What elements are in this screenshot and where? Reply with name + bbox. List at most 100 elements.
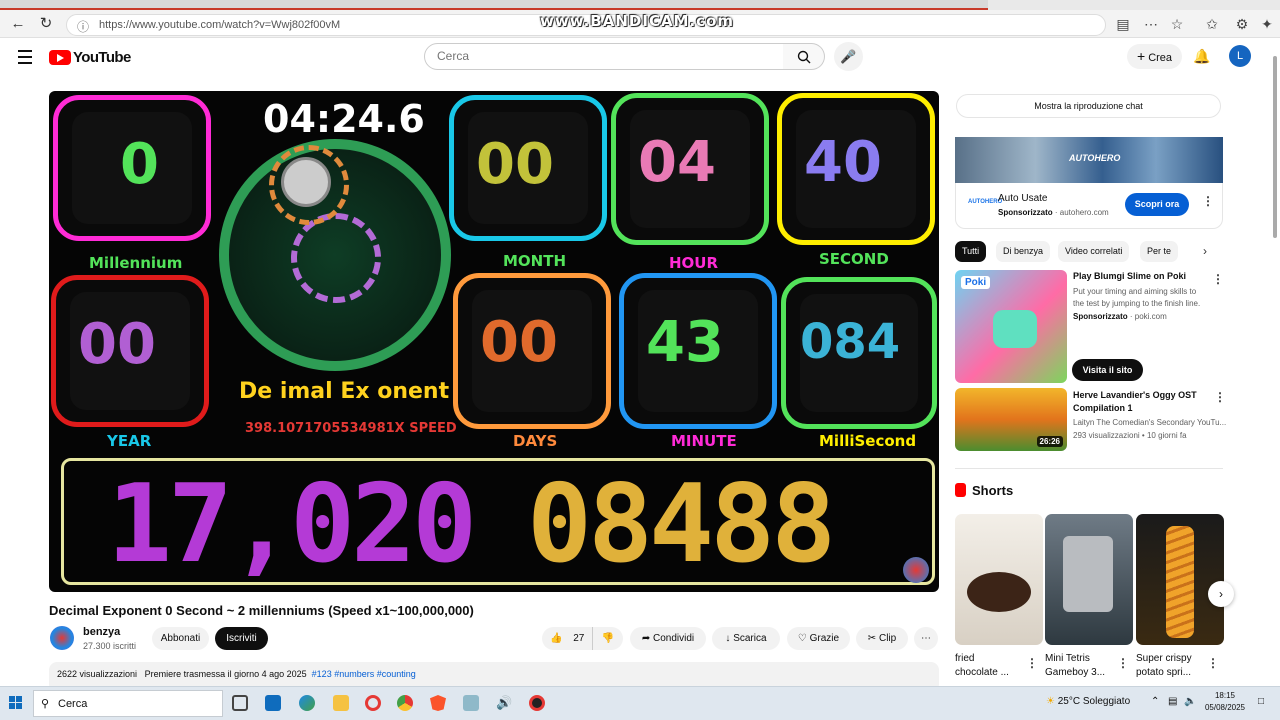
oggy-title-1[interactable]: Herve Lavandier's Oggy OST	[1073, 389, 1197, 401]
clip-button[interactable]: ✂ Clip	[856, 627, 908, 650]
poki-ad-sponsor: Sponsorizzato · poki.com	[1073, 312, 1167, 321]
network-icon[interactable]: ▤	[1168, 696, 1177, 707]
oggy-title-2[interactable]: Compilation 1	[1073, 402, 1133, 414]
windows-start-icon[interactable]	[9, 696, 23, 710]
youtube-logo[interactable]: YouTube	[49, 49, 131, 67]
chip-related[interactable]: Video correlati	[1058, 241, 1130, 262]
favorites-icon[interactable]: ✩	[1203, 16, 1221, 33]
ad-banner-image[interactable]: AUTOHERO	[955, 137, 1223, 183]
voice-search-button[interactable]: 🎤	[834, 42, 863, 71]
tray-expand-icon[interactable]: ⌃	[1151, 696, 1159, 707]
ad-title: Auto Usate	[998, 193, 1048, 204]
poki-ad-thumbnail[interactable]: Poki	[955, 270, 1067, 383]
more-tools-icon[interactable]: ⋯	[1142, 16, 1160, 33]
short-thumbnail-2[interactable]	[1045, 514, 1133, 645]
download-button[interactable]: ↓ Scarica	[712, 627, 780, 650]
label-hour: HOUR	[669, 254, 719, 272]
oggy-channel[interactable]: Laityn The Comedian's Secondary YouTu...	[1073, 417, 1226, 429]
video-player[interactable]: 04:24.6 0 Millennium 00 MONTH 04 HOUR 40…	[49, 91, 939, 592]
chip-all[interactable]: Tutti	[955, 241, 987, 262]
short-1-more-icon[interactable]: ⋮	[1026, 656, 1038, 670]
browser-active-tab[interactable]	[0, 0, 988, 10]
shorts-next-button[interactable]: ›	[1208, 581, 1234, 607]
video-title: Decimal Exponent 0 Second ~ 2 millennium…	[49, 603, 474, 618]
plus-icon: +	[1136, 48, 1146, 64]
reader-icon[interactable]: ▤	[1114, 16, 1132, 33]
taskbar-search[interactable]: ⚲ Cerca	[33, 690, 223, 717]
search-box[interactable]	[424, 43, 784, 70]
browser-copilot-icon[interactable]: ✦	[1258, 16, 1276, 33]
ad-card[interactable]: AUTOHERO Auto Usate Sponsorizzato · auto…	[955, 183, 1223, 229]
channel-avatar[interactable]	[50, 626, 74, 650]
url-text: https://www.youtube.com/watch?v=Wwj802f0…	[99, 19, 341, 31]
poki-ad-desc-1: Put your timing and aiming skills to	[1073, 287, 1197, 296]
file-explorer-icon[interactable]	[333, 695, 349, 711]
show-chat-replay-button[interactable]: Mostra la riproduzione chat	[956, 94, 1221, 118]
short-2-more-icon[interactable]: ⋮	[1117, 656, 1129, 670]
notification-center-icon[interactable]: □	[1258, 696, 1264, 707]
edge-browser-icon[interactable]	[299, 695, 315, 711]
oggy-thumbnail[interactable]: 26:26	[955, 388, 1067, 451]
task-view-icon[interactable]	[232, 695, 248, 711]
chips-next-icon[interactable]: ›	[1203, 244, 1207, 258]
oggy-meta: 293 visualizzazioni • 10 giorni fa	[1073, 431, 1187, 440]
thanks-button[interactable]: ♡ Grazie	[787, 627, 850, 650]
panel-minute: 43	[619, 273, 777, 429]
create-button[interactable]: + Crea	[1127, 44, 1182, 69]
poki-ad-title[interactable]: Play Blumgi Slime on Poki	[1073, 270, 1186, 282]
site-info-icon[interactable]: ⓘ	[77, 18, 89, 35]
oggy-more-icon[interactable]: ⋮	[1214, 390, 1226, 404]
search-button[interactable]	[783, 43, 825, 70]
panel-month: 00	[449, 95, 607, 241]
opera-icon[interactable]	[365, 695, 381, 711]
panel-hour: 04	[611, 93, 769, 245]
short-thumbnail-1[interactable]	[955, 514, 1043, 645]
bandicam-watermark: www.BANDICAM.com	[540, 12, 735, 30]
notifications-bell-icon[interactable]: 🔔	[1193, 48, 1210, 65]
menu-icon[interactable]	[18, 50, 32, 68]
short-3-more-icon[interactable]: ⋮	[1207, 656, 1219, 670]
extensions-icon[interactable]: ⚙	[1233, 16, 1251, 33]
poki-ad-desc-2: the test by jumping to the finish line.	[1073, 299, 1201, 308]
channel-watermark-icon[interactable]	[903, 557, 929, 583]
shorts-heading: Shorts	[955, 483, 1013, 498]
brave-icon[interactable]	[430, 695, 446, 711]
counter-right: 08488	[527, 462, 836, 587]
short-title-3[interactable]: Super crispy potato spri...	[1136, 652, 1192, 680]
bandicam-record-icon[interactable]	[529, 695, 545, 711]
chip-from-channel[interactable]: Di benzya	[996, 241, 1051, 262]
volume-icon[interactable]: 🔈	[1184, 696, 1196, 707]
speed-overlay: 398.1071705534981X SPEED	[245, 421, 457, 436]
visit-site-button[interactable]: Visita il sito	[1072, 359, 1143, 381]
share-icon: ➦	[641, 633, 651, 644]
more-actions-button[interactable]: ⋯	[914, 627, 938, 650]
poki-more-icon[interactable]: ⋮	[1212, 272, 1224, 286]
favorite-star-icon[interactable]: ☆	[1168, 16, 1186, 33]
app-icon[interactable]	[463, 695, 479, 711]
search-input[interactable]	[437, 49, 777, 63]
short-thumbnail-3[interactable]	[1136, 514, 1224, 645]
chip-for-you[interactable]: Per te	[1140, 241, 1179, 262]
like-button[interactable]: 👍 27	[542, 627, 592, 650]
taskbar-clock[interactable]: 18:15 05/08/2025	[1200, 690, 1250, 714]
reload-icon[interactable]: ↻	[36, 14, 56, 34]
subscribed-button[interactable]: Abbonati	[152, 627, 209, 650]
share-button[interactable]: ➦ Condividi	[630, 627, 706, 650]
subscribe-button[interactable]: Iscriviti	[215, 627, 268, 650]
label-year: YEAR	[107, 432, 152, 450]
chrome-icon[interactable]	[397, 695, 413, 711]
short-title-2[interactable]: Mini Tetris Gameboy 3...	[1045, 652, 1105, 680]
short-title-1[interactable]: fried chocolate ...	[955, 652, 1009, 680]
channel-name[interactable]: benzya	[83, 626, 120, 638]
account-avatar[interactable]: L	[1229, 45, 1251, 67]
ad-cta-button[interactable]: Scopri ora	[1125, 193, 1189, 216]
speaker-icon[interactable]: 🔊	[496, 695, 512, 711]
page-scrollbar[interactable]	[1273, 56, 1277, 238]
dislike-button[interactable]: 👎	[592, 627, 623, 650]
ad-more-icon[interactable]: ⋮	[1202, 194, 1214, 208]
youtube-header: YouTube 🎤 + Crea 🔔 L	[0, 38, 1280, 78]
mail-app-icon[interactable]	[265, 695, 281, 711]
back-icon[interactable]: ←	[8, 14, 28, 34]
hashtags[interactable]: #123 #numbers #counting	[312, 669, 416, 679]
weather-widget[interactable]: ☀ 25°C Soleggiato	[1046, 696, 1130, 707]
